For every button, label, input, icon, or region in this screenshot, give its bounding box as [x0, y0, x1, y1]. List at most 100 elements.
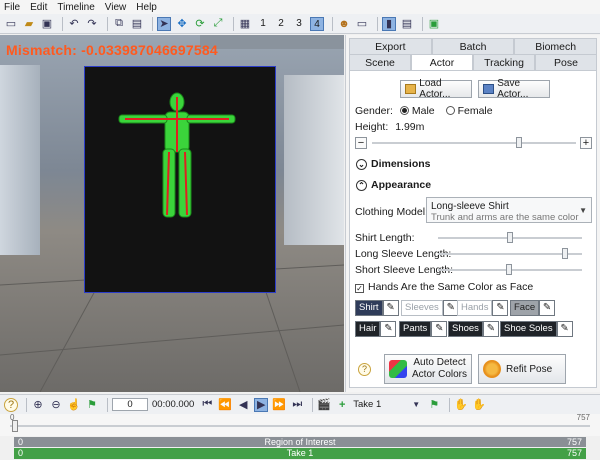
- menu-help[interactable]: Help: [136, 2, 157, 13]
- skip-to-end-icon[interactable]: ⏭: [290, 398, 304, 412]
- appearance-section-header[interactable]: ⌃ Appearance: [356, 179, 431, 191]
- move-icon[interactable]: ✥: [175, 17, 189, 31]
- eyedropper-icon[interactable]: ✎: [382, 300, 399, 316]
- skip-to-start-icon[interactable]: ⏮: [200, 398, 214, 412]
- camera-layout-icon[interactable]: ▦: [238, 17, 252, 31]
- eyedropper-icon[interactable]: ✎: [431, 321, 448, 337]
- dimensions-section-header[interactable]: ⌄ Dimensions: [356, 158, 431, 170]
- view-4-button[interactable]: 4: [310, 16, 324, 31]
- short-sleeve-length-thumb[interactable]: [505, 264, 512, 275]
- menu-file[interactable]: File: [4, 2, 20, 13]
- play-reverse-icon[interactable]: ◀: [236, 398, 250, 412]
- scrubber-track[interactable]: [10, 425, 590, 427]
- help-icon[interactable]: ?: [4, 397, 18, 412]
- zoom-in-icon[interactable]: ⊕: [31, 398, 45, 412]
- long-sleeve-length-thumb[interactable]: [561, 248, 568, 259]
- redo-icon[interactable]: ↷: [85, 17, 99, 31]
- step-forward-icon[interactable]: ⏩: [272, 398, 286, 412]
- save-icon[interactable]: ▣: [40, 17, 54, 31]
- play-icon[interactable]: ▶: [254, 397, 269, 412]
- timeline-scrubber[interactable]: 0 757: [0, 413, 600, 436]
- grab-hand-icon[interactable]: ✋: [454, 398, 468, 412]
- export-icon[interactable]: ▣: [427, 17, 441, 31]
- clothing-model-select[interactable]: Long-sleeve Shirt Trunk and arms are the…: [426, 197, 592, 223]
- height-slider-track[interactable]: [372, 142, 576, 144]
- scale-icon[interactable]: ⤢: [211, 17, 225, 31]
- select-arrow-icon[interactable]: ➤: [157, 16, 171, 31]
- tab-pose[interactable]: Pose: [535, 54, 597, 71]
- hair-color-swatch[interactable]: Hair: [355, 321, 381, 337]
- gender-female-radio[interactable]: [445, 106, 455, 115]
- eyedropper-icon[interactable]: ✎: [556, 321, 573, 337]
- eyedropper-icon[interactable]: ✎: [380, 321, 397, 337]
- tab-biomech[interactable]: Biomech: [514, 38, 598, 55]
- shirt-color-pair: Shirt ✎: [355, 300, 399, 316]
- eyedropper-icon[interactable]: ✎: [482, 321, 499, 337]
- tab-scene[interactable]: Scene: [349, 54, 411, 71]
- take-select[interactable]: Take 1: [353, 399, 403, 410]
- refit-pose-button[interactable]: Refit Pose: [478, 354, 566, 384]
- gender-female-label: Female: [457, 105, 493, 117]
- rotate-icon[interactable]: ⟳: [193, 17, 207, 31]
- menu-edit[interactable]: Edit: [30, 2, 47, 13]
- grid-icon[interactable]: ▤: [400, 17, 414, 31]
- height-decrease-button[interactable]: −: [355, 137, 367, 149]
- film-icon[interactable]: ▮: [382, 16, 396, 31]
- shirt-color-swatch[interactable]: Shirt: [355, 300, 383, 316]
- refit-pose-label: Refit Pose: [506, 363, 553, 375]
- range-markers-icon[interactable]: ⚑: [85, 398, 99, 412]
- 3d-viewport[interactable]: Mismatch: -0.033987046697584: [0, 35, 344, 392]
- hands-same-color-checkbox[interactable]: ✓: [355, 284, 364, 293]
- paste-icon[interactable]: ▤: [130, 17, 144, 31]
- tab-export[interactable]: Export: [349, 38, 432, 55]
- new-file-icon[interactable]: ▭: [4, 17, 18, 31]
- grab-hand-icon[interactable]: ✋: [472, 398, 486, 412]
- tab-batch[interactable]: Batch: [431, 38, 515, 55]
- actor-video-overlay[interactable]: [84, 66, 276, 293]
- camera-thumbnail-strip[interactable]: [200, 35, 344, 49]
- playhead-thumb[interactable]: [12, 420, 18, 432]
- shirt-length-thumb[interactable]: [507, 232, 513, 243]
- view-3-button[interactable]: 3: [292, 17, 306, 31]
- clapperboard-icon[interactable]: 🎬: [317, 398, 331, 412]
- pants-color-swatch[interactable]: Pants: [399, 321, 432, 337]
- step-back-icon[interactable]: ⏪: [218, 398, 232, 412]
- take-bar[interactable]: 0 Take 1 757: [14, 448, 586, 459]
- zoom-out-icon[interactable]: ⊖: [49, 398, 63, 412]
- shirt-length-label: Shirt Length:: [355, 232, 415, 244]
- face-color-swatch[interactable]: Face: [510, 300, 540, 316]
- help-icon[interactable]: ?: [358, 363, 371, 376]
- copy-icon[interactable]: ⧉: [112, 17, 126, 31]
- view-2-button[interactable]: 2: [274, 17, 288, 31]
- open-folder-icon[interactable]: ▰: [22, 17, 36, 31]
- chevron-down-icon[interactable]: ▼: [409, 398, 423, 412]
- gender-male-radio[interactable]: [399, 106, 409, 115]
- save-actor-button[interactable]: Save Actor...: [478, 78, 550, 100]
- add-take-icon[interactable]: +: [335, 398, 349, 412]
- menu-view[interactable]: View: [105, 2, 127, 13]
- load-actor-button[interactable]: Load Actor...: [400, 78, 472, 100]
- tab-actor[interactable]: Actor: [411, 54, 473, 71]
- sleeves-color-swatch[interactable]: Sleeves: [401, 300, 443, 316]
- tab-tracking[interactable]: Tracking: [473, 54, 535, 71]
- shoe-soles-color-swatch[interactable]: Shoe Soles: [500, 321, 557, 337]
- actor-face-icon[interactable]: ☻: [337, 17, 351, 31]
- height-slider-thumb[interactable]: [515, 137, 522, 148]
- frame-input[interactable]: 0: [112, 398, 148, 411]
- auto-detect-colors-button[interactable]: Auto Detect Actor Colors: [384, 354, 472, 384]
- save-actor-label: Save Actor...: [497, 78, 529, 100]
- view-1-button[interactable]: 1: [256, 17, 270, 31]
- eyedropper-icon[interactable]: ✎: [539, 300, 556, 316]
- shoes-color-swatch[interactable]: Shoes: [448, 321, 483, 337]
- undo-icon[interactable]: ↶: [67, 17, 81, 31]
- hand-pan-icon[interactable]: ☝: [67, 398, 81, 412]
- range-markers-icon[interactable]: ⚑: [427, 398, 441, 412]
- height-increase-button[interactable]: +: [580, 137, 592, 149]
- ruler-icon[interactable]: ▭: [355, 17, 369, 31]
- eyedropper-icon[interactable]: ✎: [492, 300, 509, 316]
- menu-timeline[interactable]: Timeline: [57, 2, 94, 13]
- hands-color-swatch[interactable]: Hands: [457, 300, 493, 316]
- region-of-interest-bar[interactable]: 0 Region of Interest 757: [14, 437, 586, 447]
- hands-same-color-row[interactable]: ✓ Hands Are the Same Color as Face: [355, 281, 533, 293]
- long-sleeve-length-track[interactable]: [438, 253, 582, 255]
